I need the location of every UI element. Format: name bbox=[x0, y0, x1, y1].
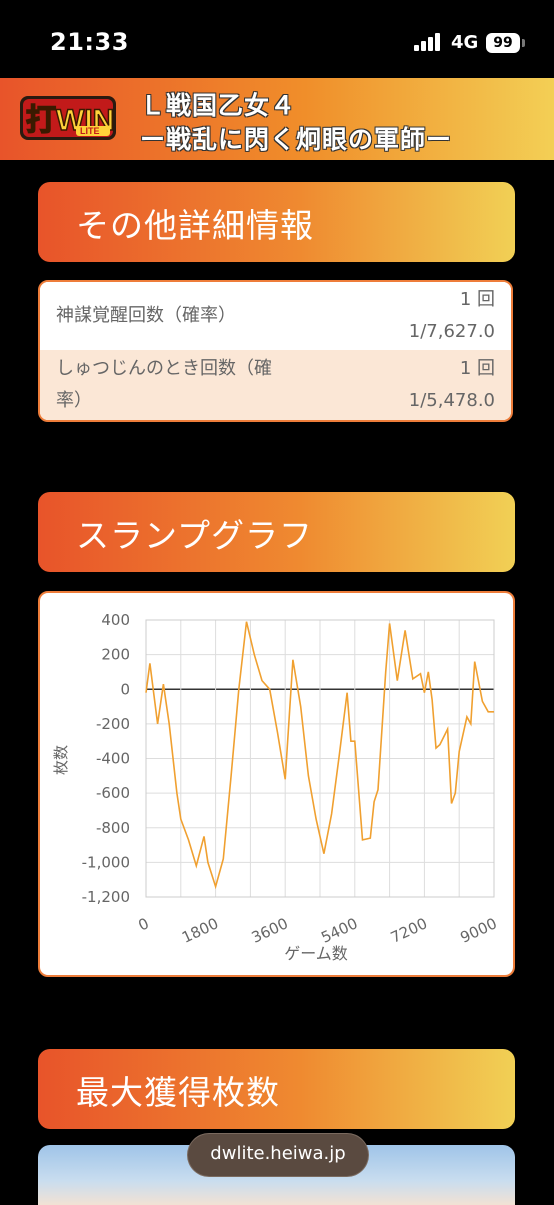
slump-chart-svg: 400 200 0 -200 -400 -600 -800 -1,000 -1,200 0 1800… bbox=[52, 611, 500, 963]
x-tick-label: 0 bbox=[135, 914, 151, 934]
x-axis-label: ゲーム数 bbox=[284, 944, 348, 963]
info-prob: 1/7,627.0 bbox=[408, 321, 495, 342]
x-tick-label: 7200 bbox=[388, 914, 430, 946]
signal-icon bbox=[414, 33, 444, 51]
info-label: しゅつじんのとき回数（確 bbox=[56, 358, 272, 379]
info-label: 神謀覚醒回数（確率） bbox=[56, 305, 236, 326]
section-max-medals: 最大獲得枚数 bbox=[38, 1049, 515, 1129]
x-tick-label: 9000 bbox=[457, 914, 499, 946]
info-row: 神謀覚醒回数（確率） 1 回 1/7,627.0 bbox=[40, 282, 511, 350]
y-tick-label: -200 bbox=[96, 715, 130, 733]
battery-nub bbox=[522, 39, 525, 47]
slump-chart: 400 200 0 -200 -400 -600 -800 -1,000 -1,200 0 1800… bbox=[38, 591, 515, 977]
machine-subtitle: ー戦乱に閃く炯眼の軍師ー bbox=[140, 125, 453, 154]
info-table: 神謀覚醒回数（確率） 1 回 1/7,627.0 しゅつじんのとき回数（確 率）… bbox=[38, 280, 513, 422]
y-tick-label: 200 bbox=[101, 646, 130, 664]
section-slump-graph: スランプグラフ bbox=[38, 492, 515, 572]
info-row: しゅつじんのとき回数（確 率） 1 回 1/5,478.0 bbox=[40, 350, 511, 420]
info-count: 1 回 bbox=[459, 358, 495, 379]
y-tick-label: 400 bbox=[101, 611, 130, 629]
app-logo[interactable]: 打WIN LITE bbox=[18, 92, 118, 144]
section-title: スランプグラフ bbox=[76, 516, 314, 555]
logo-sub: LITE bbox=[80, 126, 100, 136]
url-bar[interactable]: dwlite.heiwa.jp bbox=[188, 1134, 368, 1176]
y-tick-label: -400 bbox=[96, 750, 130, 768]
y-axis-label: 枚数 bbox=[52, 745, 70, 775]
x-tick-label: 5400 bbox=[318, 914, 360, 946]
x-tick-label: 3600 bbox=[249, 914, 291, 946]
y-tick-label: -600 bbox=[96, 784, 130, 802]
url-text: dwlite.heiwa.jp bbox=[210, 1143, 346, 1164]
battery-icon: 99 bbox=[486, 33, 520, 53]
y-tick-label: -1,200 bbox=[82, 888, 130, 906]
network-type: 4G bbox=[451, 32, 479, 53]
section-other-info: その他詳細情報 bbox=[38, 182, 515, 262]
app-header: 打WIN LITE Ｌ戦国乙女４ ー戦乱に閃く炯眼の軍師ー bbox=[0, 78, 554, 160]
status-bar: 21:33 4G 99 bbox=[0, 0, 554, 78]
info-label-cont: 率） bbox=[56, 390, 92, 411]
status-time: 21:33 bbox=[50, 28, 129, 56]
y-tick-label: -800 bbox=[96, 819, 130, 837]
info-count: 1 回 bbox=[459, 289, 495, 310]
x-tick-label: 1800 bbox=[179, 914, 221, 946]
info-prob: 1/5,478.0 bbox=[408, 390, 495, 411]
y-tick-label: 0 bbox=[120, 680, 130, 698]
section-title: 最大獲得枚数 bbox=[76, 1073, 280, 1112]
section-title: その他詳細情報 bbox=[76, 206, 314, 245]
y-tick-label: -1,000 bbox=[82, 853, 130, 871]
machine-title: Ｌ戦国乙女４ bbox=[140, 91, 297, 120]
